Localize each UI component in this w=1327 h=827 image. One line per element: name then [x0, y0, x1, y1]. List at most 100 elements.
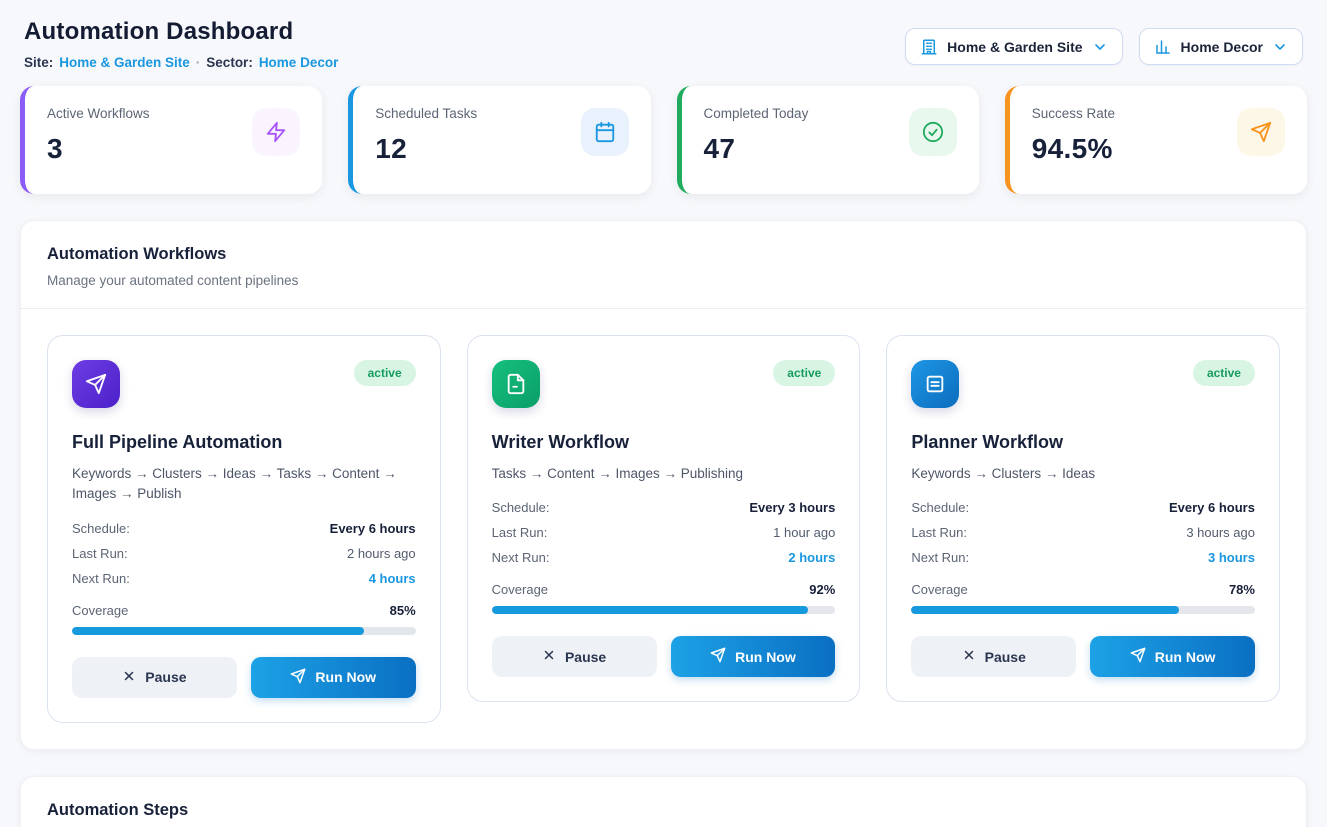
next-run-label: Next Run:: [492, 550, 550, 565]
separator-dot: ·: [196, 55, 201, 70]
close-icon: [122, 669, 136, 686]
section-title: Automation Steps: [47, 801, 1280, 820]
coverage-label: Coverage: [911, 582, 967, 597]
stats-row: Active Workflows 3 Scheduled Tasks 12 Co…: [20, 86, 1307, 194]
run-now-button-label: Run Now: [1155, 649, 1216, 665]
stat-label: Scheduled Tasks: [375, 106, 477, 121]
automation-dashboard-page: Automation Dashboard Site: Home & Garden…: [0, 0, 1327, 827]
last-run-value: 3 hours ago: [1186, 525, 1255, 540]
next-run-label: Next Run:: [911, 550, 969, 565]
workflow-card-writer: active Writer Workflow Tasks → Content →…: [467, 335, 861, 702]
status-badge: active: [773, 360, 835, 386]
coverage-row: Coverage 78%: [911, 582, 1255, 597]
stat-value: 94.5%: [1032, 133, 1115, 165]
workflow-pipeline: Tasks → Content → Images → Publishing: [492, 464, 836, 484]
page-title: Automation Dashboard: [24, 18, 338, 46]
stat-value: 47: [704, 133, 809, 165]
section-subtitle: Manage your automated content pipelines: [47, 273, 1280, 288]
chevron-down-icon: [1272, 39, 1288, 55]
schedule-label: Schedule:: [72, 521, 130, 536]
coverage-value: 85%: [390, 603, 416, 618]
workflows-section-header: Automation Workflows Manage your automat…: [21, 221, 1306, 309]
workflow-title: Writer Workflow: [492, 432, 836, 453]
coverage-label: Coverage: [492, 582, 548, 597]
site-link[interactable]: Home & Garden Site: [59, 55, 190, 70]
workflow-meta: Schedule: Every 6 hours Last Run: 3 hour…: [911, 500, 1255, 565]
send-icon: [1130, 647, 1146, 666]
coverage-progress-bar: [492, 606, 836, 614]
last-run-row: Last Run: 1 hour ago: [492, 525, 836, 540]
workflow-card-top: active: [72, 360, 416, 408]
check-circle-icon: [909, 108, 957, 156]
workflow-card-top: active: [492, 360, 836, 408]
coverage-row: Coverage 92%: [492, 582, 836, 597]
next-run-label: Next Run:: [72, 571, 130, 586]
lightning-icon: [252, 108, 300, 156]
status-badge: active: [1193, 360, 1255, 386]
pause-button[interactable]: Pause: [911, 636, 1076, 677]
sector-link[interactable]: Home Decor: [259, 55, 339, 70]
last-run-label: Last Run:: [492, 525, 548, 540]
last-run-label: Last Run:: [72, 546, 128, 561]
steps-section: Automation Steps Configure which steps a…: [20, 776, 1307, 827]
workflow-meta: Schedule: Every 6 hours Last Run: 2 hour…: [72, 521, 416, 586]
pause-button-label: Pause: [985, 649, 1026, 665]
pause-button-label: Pause: [565, 649, 606, 665]
stat-text: Completed Today 47: [704, 106, 809, 165]
next-run-value: 3 hours: [1208, 550, 1255, 565]
schedule-row: Schedule: Every 6 hours: [911, 500, 1255, 515]
stat-text: Scheduled Tasks 12: [375, 106, 477, 165]
coverage-value: 78%: [1229, 582, 1255, 597]
next-run-row: Next Run: 3 hours: [911, 550, 1255, 565]
site-label: Site:: [24, 55, 53, 70]
site-dropdown[interactable]: Home & Garden Site: [905, 28, 1122, 65]
steps-section-header: Automation Steps Configure which steps a…: [21, 777, 1306, 827]
header-left: Automation Dashboard Site: Home & Garden…: [24, 18, 338, 70]
close-icon: [962, 648, 976, 665]
send-icon: [290, 668, 306, 687]
last-run-label: Last Run:: [911, 525, 967, 540]
status-badge: active: [354, 360, 416, 386]
send-icon: [710, 647, 726, 666]
pause-button[interactable]: Pause: [72, 657, 237, 698]
stat-label: Active Workflows: [47, 106, 150, 121]
stat-text: Active Workflows 3: [47, 106, 150, 165]
section-title: Automation Workflows: [47, 245, 1280, 264]
page-header: Automation Dashboard Site: Home & Garden…: [20, 18, 1307, 70]
coverage-progress-fill: [72, 627, 364, 635]
run-now-button[interactable]: Run Now: [251, 657, 416, 698]
workflows-section: Automation Workflows Manage your automat…: [20, 220, 1307, 750]
document-icon: [492, 360, 540, 408]
coverage-progress-bar: [911, 606, 1255, 614]
close-icon: [542, 648, 556, 665]
stat-label: Success Rate: [1032, 106, 1115, 121]
workflow-title: Planner Workflow: [911, 432, 1255, 453]
last-run-value: 2 hours ago: [347, 546, 416, 561]
stat-value: 3: [47, 133, 150, 165]
sector-dropdown[interactable]: Home Decor: [1139, 28, 1303, 65]
workflow-meta: Schedule: Every 3 hours Last Run: 1 hour…: [492, 500, 836, 565]
pause-button[interactable]: Pause: [492, 636, 657, 677]
workflow-pipeline: Keywords → Clusters → Ideas → Tasks → Co…: [72, 464, 416, 505]
coverage-label: Coverage: [72, 603, 128, 618]
workflow-actions: Pause Run Now: [72, 657, 416, 698]
next-run-row: Next Run: 4 hours: [72, 571, 416, 586]
schedule-value: Every 6 hours: [330, 521, 416, 536]
sector-dropdown-label: Home Decor: [1181, 39, 1263, 55]
run-now-button[interactable]: Run Now: [671, 636, 836, 677]
send-icon: [72, 360, 120, 408]
header-dropdowns: Home & Garden Site Home Decor: [905, 28, 1303, 65]
workflow-actions: Pause Run Now: [492, 636, 836, 677]
coverage-row: Coverage 85%: [72, 603, 416, 618]
run-now-button-label: Run Now: [735, 649, 796, 665]
schedule-value: Every 6 hours: [1169, 500, 1255, 515]
stat-label: Completed Today: [704, 106, 809, 121]
coverage-progress-fill: [492, 606, 808, 614]
next-run-row: Next Run: 2 hours: [492, 550, 836, 565]
site-dropdown-label: Home & Garden Site: [947, 39, 1082, 55]
next-run-value: 4 hours: [369, 571, 416, 586]
workflow-pipeline: Keywords → Clusters → Ideas: [911, 464, 1255, 484]
chevron-down-icon: [1092, 39, 1108, 55]
run-now-button[interactable]: Run Now: [1090, 636, 1255, 677]
stat-card-success-rate: Success Rate 94.5%: [1005, 86, 1307, 194]
